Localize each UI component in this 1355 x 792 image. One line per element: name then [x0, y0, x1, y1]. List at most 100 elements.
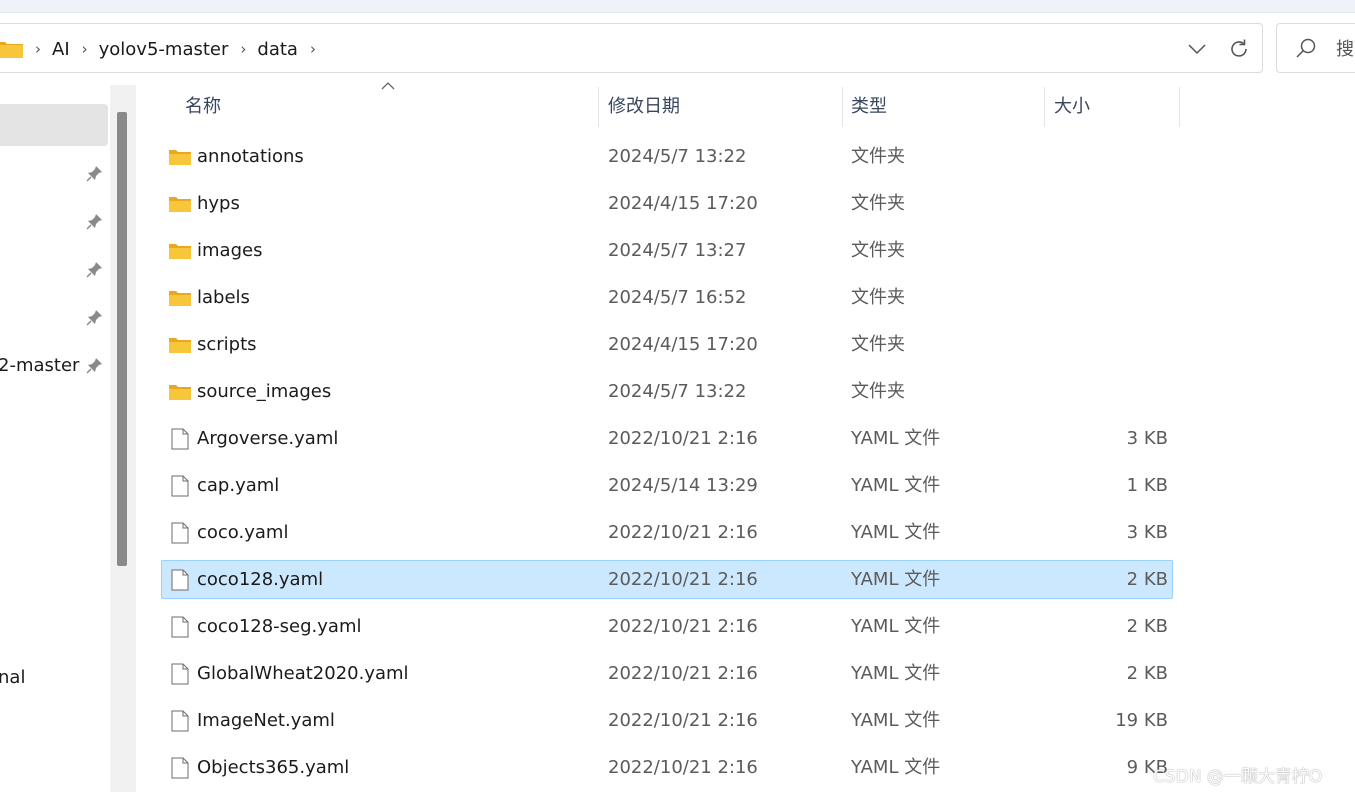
file-date: 2024/4/15 17:20	[608, 334, 758, 355]
file-date: 2024/4/15 17:20	[608, 193, 758, 214]
search-input[interactable]: 搜	[1276, 23, 1355, 73]
address-history-dropdown[interactable]	[1178, 25, 1216, 73]
column-divider[interactable]	[598, 87, 599, 127]
file-row[interactable]: coco.yaml 2022/10/21 2:16 YAML 文件 3 KB	[161, 513, 1173, 552]
file-type: YAML 文件	[851, 428, 941, 449]
column-divider[interactable]	[1044, 87, 1045, 127]
file-name: GlobalWheat2020.yaml	[197, 663, 409, 684]
file-row[interactable]: scripts 2024/4/15 17:20 文件夹	[161, 325, 1173, 364]
file-name: cap.yaml	[197, 475, 280, 496]
file-name: source_images	[197, 381, 332, 402]
column-header-date[interactable]: 修改日期	[608, 85, 680, 128]
breadcrumb-item-data[interactable]: data	[257, 39, 298, 60]
folder-icon	[169, 240, 191, 262]
sidebar-item-nal[interactable]: nal	[0, 667, 25, 688]
file-row[interactable]: images 2024/5/7 13:27 文件夹	[161, 231, 1173, 270]
file-icon	[169, 428, 191, 450]
sidebar-item-master[interactable]: 2-master	[0, 355, 79, 376]
file-row[interactable]: coco128.yaml 2022/10/21 2:16 YAML 文件 2 KB	[161, 560, 1173, 599]
file-size: 3 KB	[1126, 428, 1168, 449]
pin-icon[interactable]	[86, 308, 104, 326]
file-type: 文件夹	[851, 334, 905, 355]
file-row[interactable]: cap.yaml 2024/5/14 13:29 YAML 文件 1 KB	[161, 466, 1173, 505]
file-icon	[169, 663, 191, 685]
file-row[interactable]: Objects365.yaml 2022/10/21 2:16 YAML 文件 9 K…	[161, 748, 1173, 787]
file-name: Objects365.yaml	[197, 757, 350, 778]
folder-icon	[169, 334, 191, 356]
breadcrumb: › AI › yolov5-master › data ›	[0, 24, 327, 74]
file-date: 2022/10/21 2:16	[608, 428, 758, 449]
file-icon	[169, 616, 191, 638]
watermark: CSDN @一颗大青柠O	[1153, 767, 1323, 787]
pin-icon[interactable]	[86, 260, 104, 278]
column-header-size[interactable]: 大小	[1054, 85, 1090, 128]
file-date: 2024/5/7 16:52	[608, 287, 747, 308]
file-date: 2022/10/21 2:16	[608, 710, 758, 731]
chevron-right-icon[interactable]: ›	[310, 40, 316, 58]
file-row[interactable]: GlobalWheat2020.yaml 2022/10/21 2:16 YAML …	[161, 654, 1173, 693]
file-type: 文件夹	[851, 193, 905, 214]
refresh-button[interactable]	[1216, 25, 1262, 73]
refresh-icon	[1231, 39, 1247, 57]
column-divider[interactable]	[842, 87, 843, 127]
file-row[interactable]: source_images 2024/5/7 13:22 文件夹	[161, 372, 1173, 411]
search-icon	[1296, 38, 1316, 58]
file-type: YAML 文件	[851, 757, 941, 778]
folder-icon	[0, 40, 23, 58]
search-placeholder: 搜	[1336, 39, 1354, 60]
file-row[interactable]: labels 2024/5/7 16:52 文件夹	[161, 278, 1173, 317]
pin-icon[interactable]	[86, 212, 104, 230]
file-size: 2 KB	[1126, 663, 1168, 684]
column-header-name[interactable]: 名称	[185, 85, 221, 128]
breadcrumb-item-ai[interactable]: AI	[52, 39, 70, 60]
file-type: YAML 文件	[851, 616, 941, 637]
file-row[interactable]: annotations 2024/5/7 13:22 文件夹	[161, 137, 1173, 176]
file-row[interactable]: hyps 2024/4/15 17:20 文件夹	[161, 184, 1173, 223]
file-type: YAML 文件	[851, 475, 941, 496]
column-header-type[interactable]: 类型	[851, 85, 887, 128]
column-divider[interactable]	[1179, 87, 1180, 127]
file-date: 2022/10/21 2:16	[608, 522, 758, 543]
chevron-right-icon[interactable]: ›	[82, 40, 88, 58]
file-name: coco128.yaml	[197, 569, 324, 590]
folder-icon	[169, 193, 191, 215]
chevron-right-icon[interactable]: ›	[240, 40, 246, 58]
file-name: coco128-seg.yaml	[197, 616, 362, 637]
file-date: 2024/5/14 13:29	[608, 475, 758, 496]
file-size: 2 KB	[1126, 569, 1168, 590]
file-row[interactable]: Argoverse.yaml 2022/10/21 2:16 YAML 文件 3 KB	[161, 419, 1173, 458]
file-type: YAML 文件	[851, 522, 941, 543]
file-name: scripts	[197, 334, 257, 355]
file-date: 2022/10/21 2:16	[608, 569, 758, 590]
file-size: 2 KB	[1126, 616, 1168, 637]
file-icon	[169, 569, 191, 591]
address-bar[interactable]: › AI › yolov5-master › data ›	[0, 23, 1263, 73]
file-date: 2024/5/7 13:22	[608, 381, 747, 402]
navigation-pane: 2-master nal	[0, 85, 110, 792]
file-type: 文件夹	[851, 381, 905, 402]
file-date: 2024/5/7 13:22	[608, 146, 747, 167]
file-date: 2022/10/21 2:16	[608, 616, 758, 637]
file-icon	[169, 710, 191, 732]
file-row[interactable]: ImageNet.yaml 2022/10/21 2:16 YAML 文件 19 KB	[161, 701, 1173, 740]
sidebar-item-selected[interactable]	[0, 104, 108, 146]
file-type: YAML 文件	[851, 569, 941, 590]
file-type: 文件夹	[851, 287, 905, 308]
pin-icon[interactable]	[86, 164, 104, 182]
file-name: Argoverse.yaml	[197, 428, 339, 449]
folder-icon	[169, 146, 191, 168]
file-type: 文件夹	[851, 240, 905, 261]
file-row[interactable]: coco128-seg.yaml 2022/10/21 2:16 YAML 文件 2 …	[161, 607, 1173, 646]
file-icon	[169, 757, 191, 779]
scrollbar-thumb[interactable]	[117, 112, 127, 566]
file-name: labels	[197, 287, 250, 308]
file-date: 2022/10/21 2:16	[608, 663, 758, 684]
column-header-row: 名称 修改日期 类型 大小	[140, 82, 1180, 128]
pin-icon[interactable]	[86, 356, 104, 374]
sort-ascending-icon	[381, 82, 395, 90]
file-type: YAML 文件	[851, 710, 941, 731]
sidebar-scrollbar[interactable]	[110, 85, 136, 792]
file-type: 文件夹	[851, 146, 905, 167]
folder-icon	[169, 381, 191, 403]
breadcrumb-item-yolov5-master[interactable]: yolov5-master	[99, 39, 229, 60]
